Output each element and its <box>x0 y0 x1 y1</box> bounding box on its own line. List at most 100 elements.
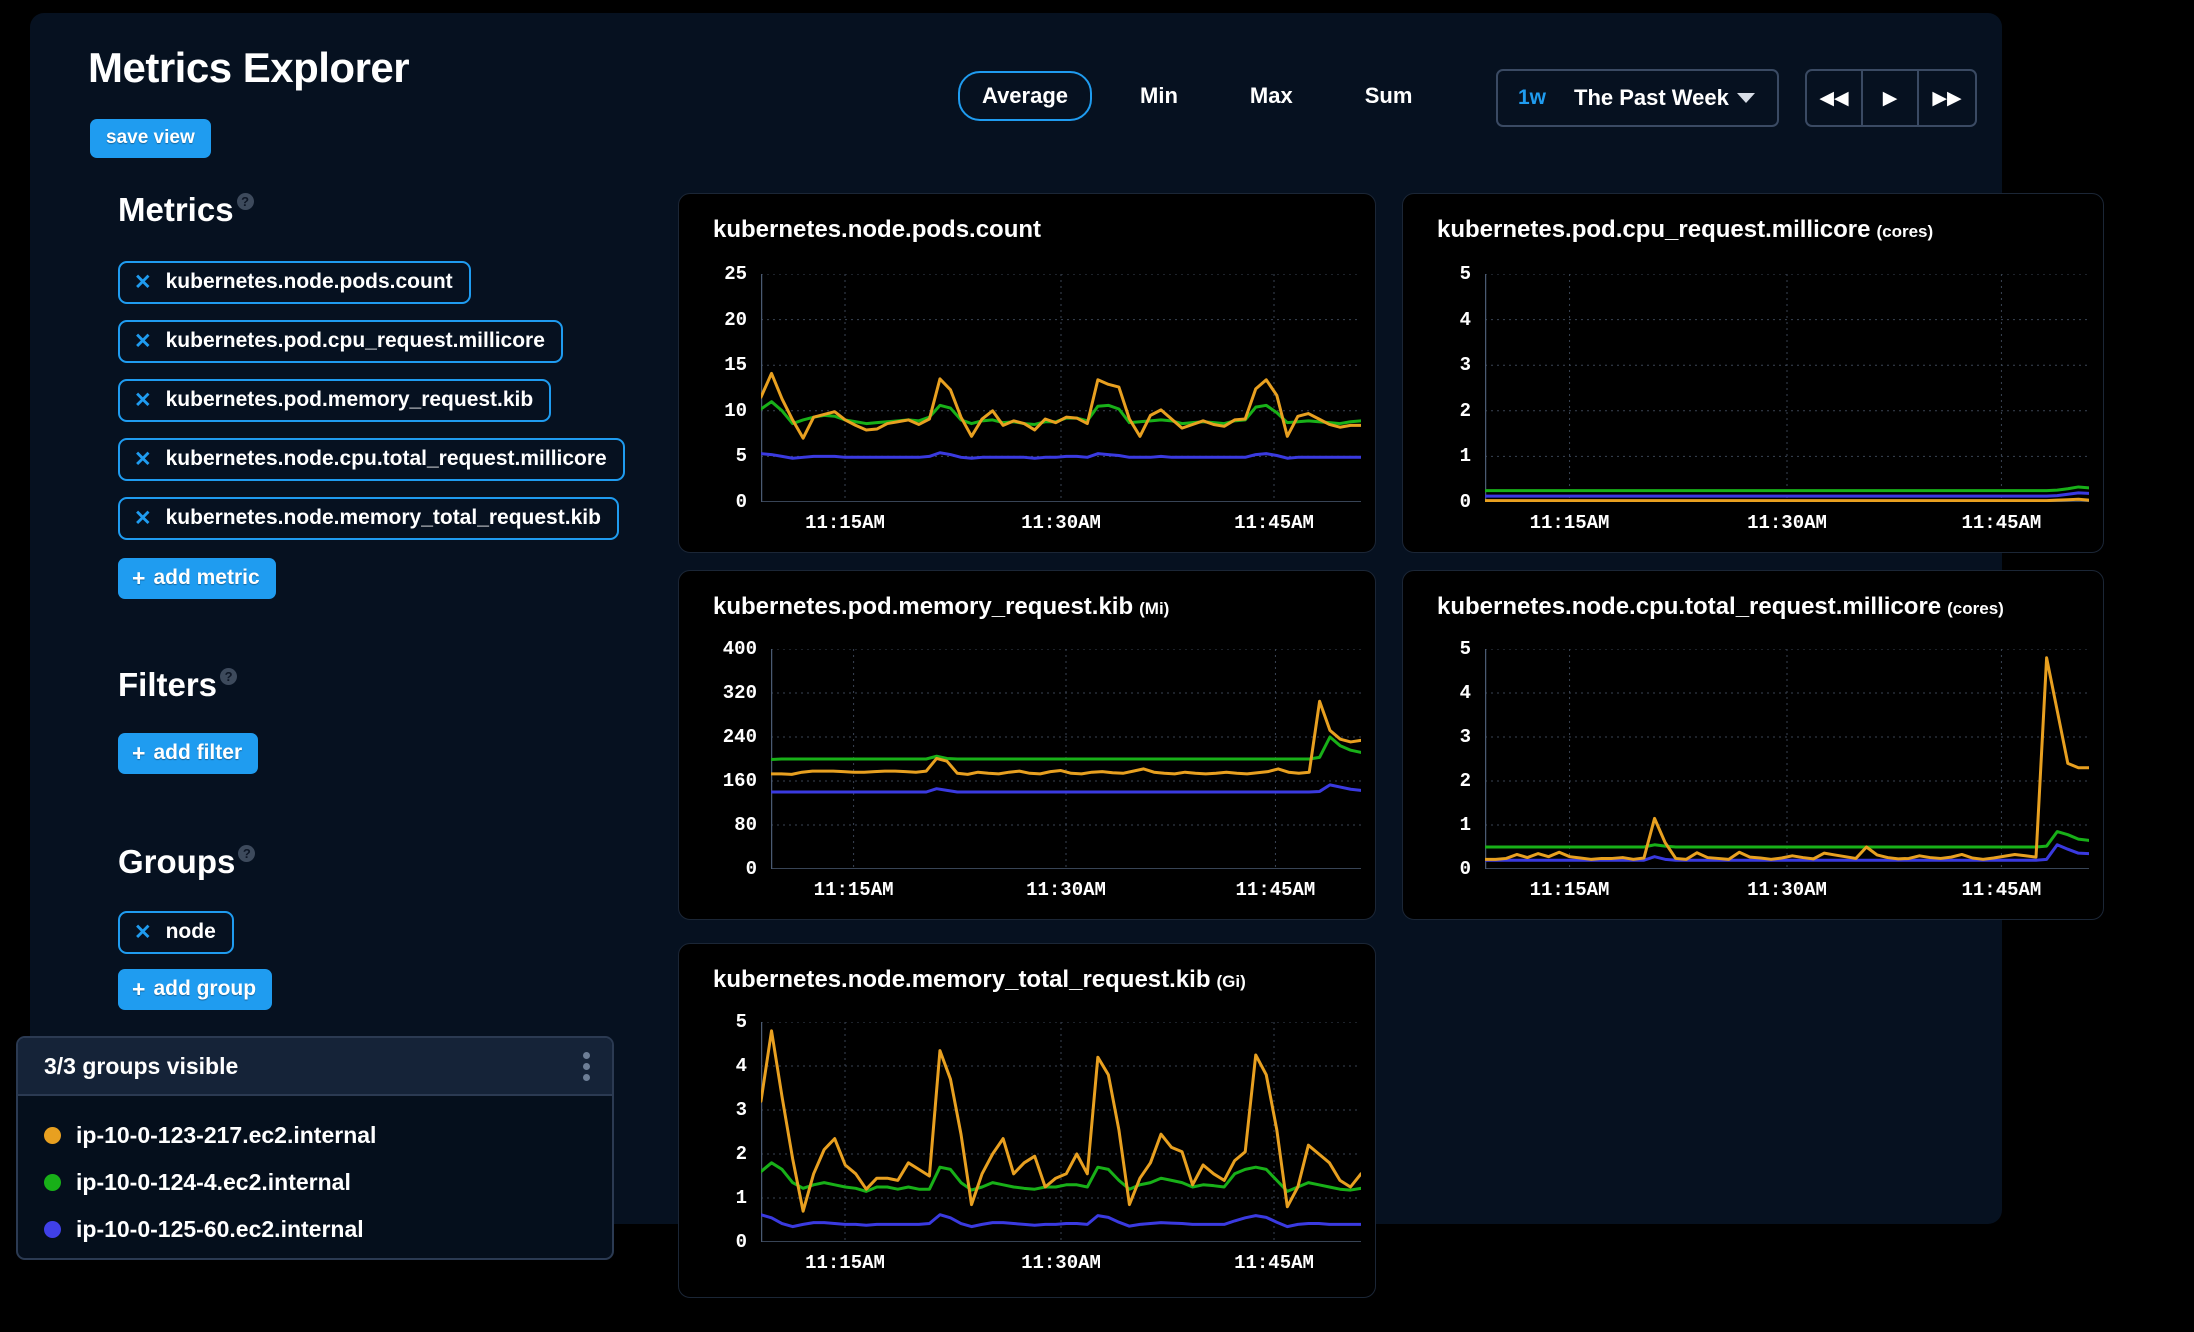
time-range-short: 1w <box>1518 86 1547 109</box>
x-axis-tick-label: 11:30AM <box>1747 879 1827 901</box>
chevron-down-icon <box>1737 93 1755 103</box>
metric-chip-label: kubernetes.pod.memory_request.kib <box>165 388 534 411</box>
y-axis-tick-label: 0 <box>1459 858 1471 880</box>
chart-title-text: kubernetes.pod.cpu_request.millicore <box>1437 216 1871 243</box>
time-nav-group: ◀◀ ▶ ▶▶ <box>1805 69 1977 127</box>
chart-series-line <box>1485 497 2089 502</box>
help-icon[interactable]: ? <box>220 668 238 685</box>
chart-card[interactable]: kubernetes.node.memory_total_request.kib… <box>678 943 1376 1298</box>
add-group-label: add group <box>153 977 257 1000</box>
chart-plot-area[interactable]: 0 5 10 15 20 25 11:15AM 11:30AM 11:45AM <box>724 263 1361 534</box>
chart-card[interactable]: kubernetes.pod.cpu_request.millicore (cor… <box>1402 193 2104 553</box>
legend-item[interactable]: ip-10-0-125-60.ec2.internal <box>44 1206 612 1253</box>
chart-plot-area[interactable]: 0 1 2 3 4 5 11:15AM 11:30AM 11:45AM <box>1460 638 2089 901</box>
chart-title: kubernetes.pod.cpu_request.millicore (cor… <box>1437 216 1933 244</box>
x-axis-tick-label: 11:45AM <box>1234 512 1314 534</box>
x-axis-tick-label: 11:30AM <box>1021 1252 1101 1274</box>
rewind-icon[interactable]: ◀◀ <box>1807 71 1863 125</box>
chart-plot-area[interactable]: 0 1 2 3 4 5 11:15AM 11:30AM 11:45AM <box>736 1011 1361 1274</box>
y-axis-tick-label: 1 <box>1459 445 1471 468</box>
y-axis-tick-label: 4 <box>735 1055 747 1077</box>
add-metric-button[interactable]: + add metric <box>118 558 276 599</box>
fast-forward-icon[interactable]: ▶▶ <box>1919 71 1975 125</box>
y-axis-tick-label: 2 <box>735 1143 747 1165</box>
metric-chip[interactable]: ✕ kubernetes.node.cpu.total_request.mill… <box>118 438 625 481</box>
chart-title-text: kubernetes.node.memory_total_request.kib <box>713 966 1211 993</box>
chart-svg <box>771 649 1361 869</box>
legend-item[interactable]: ip-10-0-123-217.ec2.internal <box>44 1112 612 1159</box>
x-axis-tick-label: 11:15AM <box>805 1252 885 1274</box>
save-view-button[interactable]: save view <box>90 119 211 158</box>
y-axis-tick-label: 5 <box>1459 638 1471 660</box>
plus-icon: + <box>132 564 146 591</box>
aggregation-min[interactable]: Min <box>1116 71 1202 121</box>
chart-card[interactable]: kubernetes.pod.memory_request.kib (Mi) 0 80… <box>678 570 1376 920</box>
y-axis-tick-label: 5 <box>735 445 747 468</box>
metric-chip[interactable]: ✕ kubernetes.pod.memory_request.kib <box>118 379 552 422</box>
aggregation-sum[interactable]: Sum <box>1341 71 1437 121</box>
y-axis-tick-label: 320 <box>722 682 757 704</box>
chart-title: kubernetes.node.pods.count <box>713 216 1041 244</box>
metric-chip-label: kubernetes.node.pods.count <box>165 270 453 293</box>
kebab-menu-icon[interactable] <box>583 1051 590 1081</box>
metric-chip[interactable]: ✕ kubernetes.node.pods.count <box>118 261 471 304</box>
chart-unit: (cores) <box>1876 222 1934 241</box>
legend-item[interactable]: ip-10-0-124-4.ec2.internal <box>44 1159 612 1206</box>
y-axis-tick-label: 4 <box>1459 308 1471 331</box>
time-range-label: The Past Week <box>1574 85 1729 110</box>
time-range-selector[interactable]: 1w The Past Week <box>1496 69 1779 127</box>
y-axis-tick-label: 160 <box>722 770 757 792</box>
chart-title: kubernetes.node.cpu.total_request.millic… <box>1437 593 2004 621</box>
close-icon[interactable]: ✕ <box>134 272 152 293</box>
add-filter-button[interactable]: + add filter <box>118 733 259 774</box>
chart-card[interactable]: kubernetes.node.pods.count 0 5 10 15 20 25 11:1… <box>678 193 1376 553</box>
help-icon[interactable]: ? <box>238 845 256 862</box>
y-axis-tick-label: 25 <box>724 263 747 285</box>
y-axis-tick-label: 1 <box>735 1187 747 1209</box>
y-axis-tick-label: 3 <box>1459 726 1471 748</box>
metric-chip[interactable]: ✕ kubernetes.node.memory_total_request.k… <box>118 497 619 540</box>
x-axis-tick-label: 11:15AM <box>1529 512 1610 534</box>
close-icon[interactable]: ✕ <box>134 331 152 352</box>
y-axis-tick-label: 3 <box>735 1099 747 1121</box>
chart-unit: (cores) <box>1947 599 2004 618</box>
plus-icon: + <box>132 975 146 1002</box>
close-icon[interactable]: ✕ <box>134 508 152 529</box>
legend-body: ip-10-0-123-217.ec2.internal ip-10-0-124-… <box>18 1096 612 1253</box>
legend-color-dot <box>44 1127 61 1144</box>
y-axis-tick-label: 0 <box>735 1231 747 1253</box>
aggregation-average[interactable]: Average <box>958 71 1093 121</box>
x-axis-tick-label: 11:30AM <box>1026 879 1106 901</box>
chart-plot-area[interactable]: 0 1 2 3 4 5 11:15AM 11:30AM 11:45AM <box>1460 263 2089 534</box>
x-axis-tick-label: 11:15AM <box>805 512 885 534</box>
y-axis-tick-label: 4 <box>1459 682 1471 704</box>
add-group-button[interactable]: + add group <box>118 969 273 1010</box>
chart-plot-area[interactable]: 0 80 160 240 320 400 11:15AM 11:30AM 11:45AM <box>723 638 1361 901</box>
y-axis-tick-label: 3 <box>1459 354 1471 377</box>
x-axis-tick-label: 11:45AM <box>1234 1252 1314 1274</box>
plus-icon: + <box>132 739 146 766</box>
metric-chip-label: kubernetes.pod.cpu_request.millicore <box>165 329 545 352</box>
chart-title: kubernetes.pod.memory_request.kib (Mi) <box>713 593 1169 621</box>
y-axis-tick-label: 400 <box>722 638 757 660</box>
aggregation-max[interactable]: Max <box>1226 71 1317 121</box>
help-icon[interactable]: ? <box>236 193 254 210</box>
metric-chip-label: kubernetes.node.memory_total_request.kib <box>165 506 601 529</box>
chart-svg <box>761 1022 1361 1242</box>
play-icon[interactable]: ▶ <box>1863 71 1919 125</box>
legend-title: 3/3 groups visible <box>44 1052 239 1079</box>
metric-chip[interactable]: ✕ kubernetes.pod.cpu_request.millicore <box>118 320 563 363</box>
close-icon[interactable]: ✕ <box>134 449 152 470</box>
chart-card[interactable]: kubernetes.node.cpu.total_request.millic… <box>1402 570 2104 920</box>
group-chip[interactable]: ✕ node <box>118 911 234 954</box>
y-axis-tick-label: 5 <box>1459 263 1471 285</box>
close-icon[interactable]: ✕ <box>134 390 152 411</box>
add-filter-label: add filter <box>153 741 243 764</box>
legend-color-dot <box>44 1174 61 1191</box>
filters-section-title: Filters ? <box>118 666 238 704</box>
close-icon[interactable]: ✕ <box>134 922 152 943</box>
chart-series-line <box>1485 485 2089 493</box>
y-axis-tick-label: 10 <box>724 399 747 422</box>
x-axis-tick-label: 11:30AM <box>1021 512 1101 534</box>
chart-title: kubernetes.node.memory_total_request.kib… <box>713 966 1246 994</box>
